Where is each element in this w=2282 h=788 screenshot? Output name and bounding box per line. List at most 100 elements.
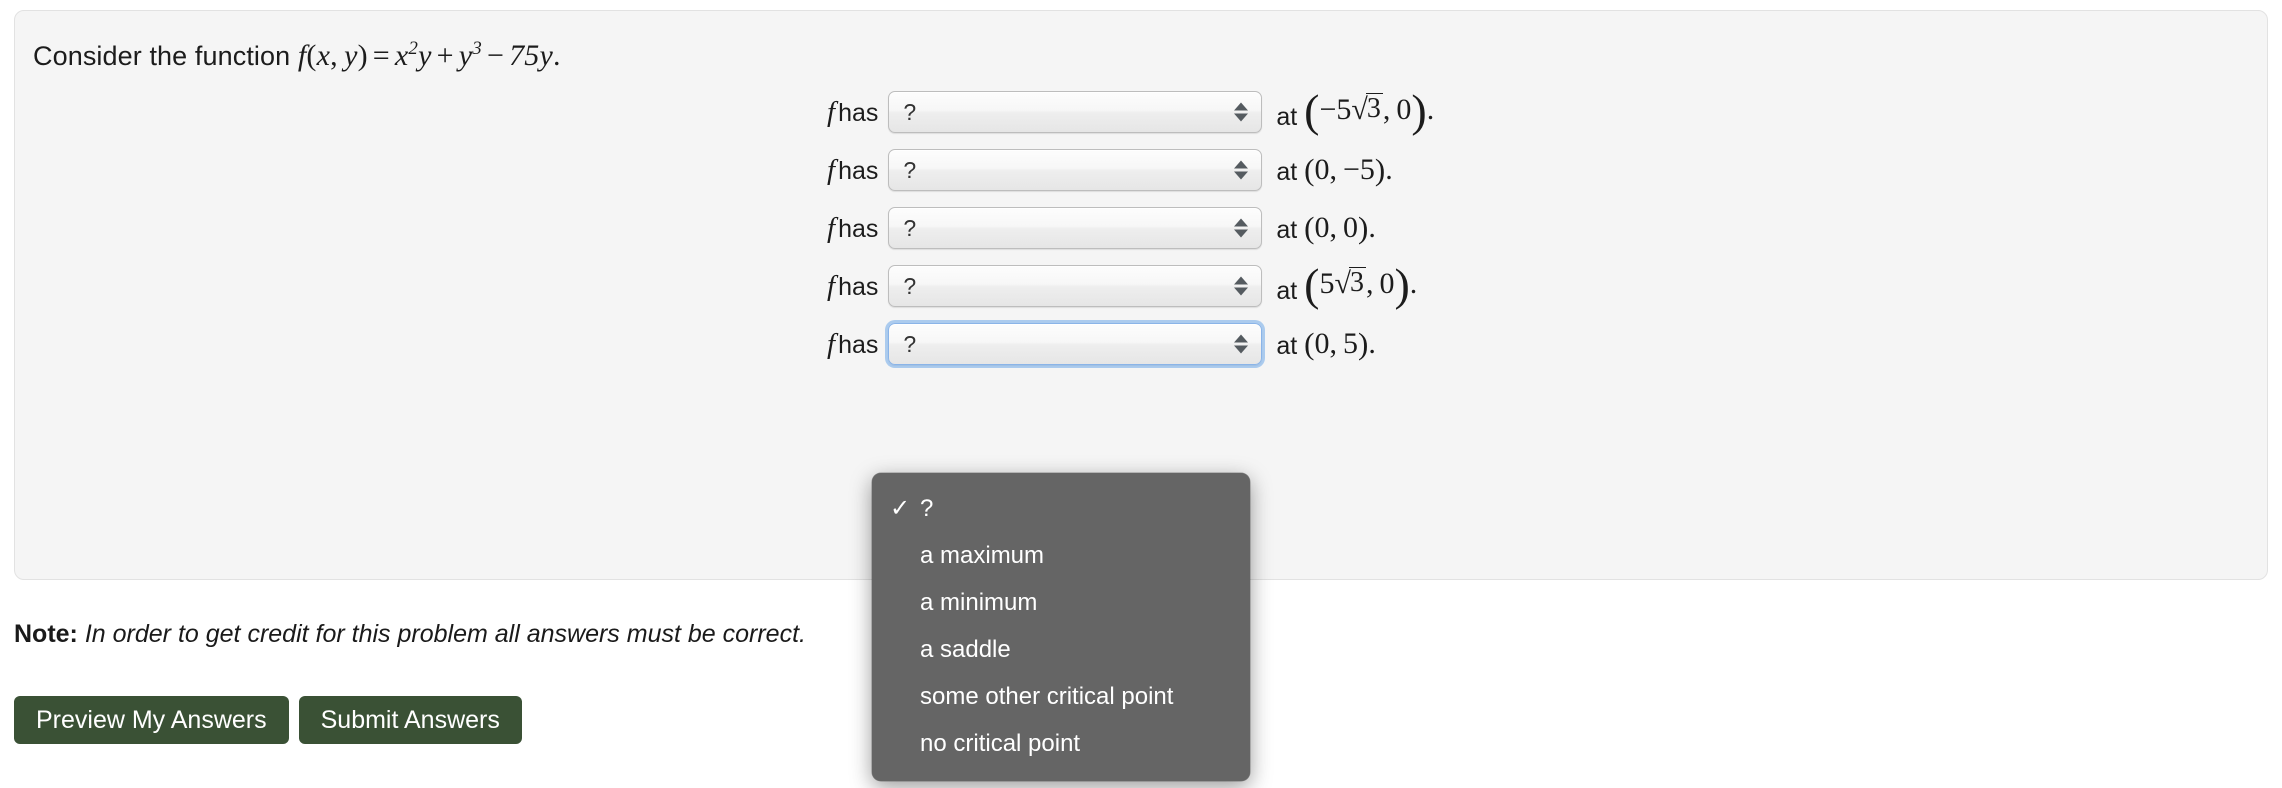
row-has-word: has — [838, 214, 879, 243]
point-period: . — [1368, 327, 1376, 360]
note-text: In order to get credit for this problem … — [84, 620, 806, 648]
point-x-coefficient: 5 — [1319, 266, 1335, 300]
point-period: . — [1385, 153, 1393, 186]
chevron-up-icon — [1234, 334, 1249, 343]
critical-point-type-select-5[interactable]: ? — [888, 323, 1263, 365]
row-has-word: has — [838, 272, 879, 301]
at-word: at — [1276, 216, 1305, 244]
point-y-coordinate: 0 — [1343, 211, 1358, 244]
critical-point-type-select-3[interactable]: ? — [888, 207, 1263, 249]
submit-answers-button[interactable]: Submit Answers — [298, 696, 522, 744]
at-word: at — [1276, 332, 1305, 360]
point-coordinates: (0, −5). — [1304, 152, 1393, 188]
at-word: at — [1276, 276, 1305, 305]
point-x-radicand: 3 — [1348, 266, 1366, 298]
point-x-coordinate: 0 — [1314, 211, 1330, 244]
dropdown-option[interactable]: no critical point — [872, 720, 1250, 767]
dropdown-option-label: some other critical point — [920, 682, 1174, 710]
fn-equals: = — [372, 39, 390, 72]
problem-statement: Consider the function f(x, y) = x2y + y3−75y… — [33, 39, 561, 73]
answer-row-point: at (0, 5). — [1276, 326, 1375, 362]
point-coordinates: (5 √ 3, 0). — [1304, 258, 1418, 310]
row-f-symbol: f — [827, 153, 836, 186]
row-f-symbol: f — [827, 269, 836, 302]
chevron-up-icon — [1234, 160, 1249, 169]
select-stepper-arrows-icon — [1234, 334, 1249, 354]
select-selected-value: ? — [903, 214, 917, 241]
select-selected-value: ? — [903, 272, 917, 299]
dropdown-option-label: a minimum — [920, 588, 1038, 616]
chevron-up-icon — [1234, 102, 1249, 111]
button-bar: Preview My Answers Submit Answers — [14, 696, 522, 744]
row-f-symbol: f — [827, 95, 836, 128]
point-comma: , — [1329, 153, 1338, 186]
point-x-coordinate: 0 — [1314, 327, 1330, 360]
chevron-down-icon — [1234, 287, 1249, 296]
fn-term1-var: y — [418, 39, 432, 72]
answer-row-point: at (−5 √ 3, 0). — [1276, 84, 1435, 136]
point-period: . — [1426, 92, 1435, 126]
fn-y: y — [344, 39, 358, 72]
answer-row: f has? at (0, 5). — [15, 315, 2267, 373]
answer-row-point: at (0, 0). — [1276, 210, 1375, 246]
answer-row-point: at (0, −5). — [1276, 152, 1392, 188]
fn-x: x — [316, 39, 331, 72]
point-comma: , — [1382, 92, 1391, 126]
point-x-coefficient: −5 — [1319, 92, 1352, 126]
fn-comma: , — [330, 39, 338, 72]
preview-my-answers-button[interactable]: Preview My Answers — [14, 696, 289, 744]
dropdown-option[interactable]: some other critical point — [872, 673, 1250, 720]
fn-minus: − — [486, 39, 505, 72]
dropdown-option[interactable]: a saddle — [872, 626, 1250, 673]
chevron-down-icon — [1234, 113, 1249, 122]
point-close-paren: ) — [1374, 152, 1386, 187]
note-line: Note: In order to get credit for this pr… — [14, 620, 806, 649]
select-stepper-arrows-icon — [1234, 218, 1249, 238]
point-period: . — [1409, 266, 1418, 300]
answer-row-label: f has — [827, 212, 878, 245]
row-f-symbol: f — [827, 211, 836, 244]
critical-point-type-select-4[interactable]: ? — [888, 265, 1263, 307]
prompt-prefix: Consider the function — [33, 41, 291, 71]
chevron-up-icon — [1234, 218, 1249, 227]
fn-period: . — [553, 39, 561, 72]
answer-row-label: f has — [827, 154, 878, 187]
dropdown-option[interactable]: ✓? — [872, 485, 1250, 532]
select-selected-value: ? — [903, 98, 917, 125]
critical-point-type-select-2[interactable]: ? — [888, 149, 1263, 191]
select-dropdown-menu[interactable]: ✓? a maximum a minimum a saddle some other c… — [872, 473, 1250, 781]
point-y-coordinate: 5 — [1343, 327, 1358, 360]
answer-row: f has? at (−5 √ 3, 0). — [15, 83, 2267, 141]
chevron-down-icon — [1234, 345, 1249, 354]
row-has-word: has — [838, 98, 879, 127]
at-word: at — [1276, 102, 1305, 131]
fn-term2-exponent: 3 — [472, 38, 482, 59]
chevron-down-icon — [1234, 229, 1249, 238]
select-stepper-arrows-icon — [1234, 102, 1249, 122]
point-coordinates: (0, 0). — [1304, 210, 1376, 246]
at-word: at — [1276, 158, 1305, 186]
dropdown-option-label: ? — [920, 494, 934, 522]
answer-row: f has? at (0, −5). — [15, 141, 2267, 199]
dropdown-option[interactable]: a minimum — [872, 579, 1250, 626]
point-open-paren: ( — [1304, 152, 1315, 187]
fn-term3: 75y — [509, 39, 554, 72]
row-has-word: has — [838, 330, 879, 359]
dropdown-option[interactable]: a maximum — [872, 532, 1250, 579]
point-coordinates: (−5 √ 3, 0). — [1304, 84, 1435, 136]
check-icon: ✓ — [890, 495, 911, 522]
select-selected-value: ? — [903, 330, 917, 357]
select-stepper-arrows-icon — [1234, 160, 1249, 180]
chevron-down-icon — [1234, 171, 1249, 180]
point-comma: , — [1365, 266, 1374, 300]
fn-open-paren: ( — [306, 39, 317, 72]
point-y-coordinate: 0 — [1379, 266, 1395, 300]
answer-row: f has? at (0, 0). — [15, 199, 2267, 257]
critical-point-type-select-1[interactable]: ? — [888, 91, 1263, 133]
answer-row-label: f has — [827, 96, 878, 129]
point-open-paren: ( — [1304, 210, 1315, 245]
point-open-paren: ( — [1304, 326, 1315, 361]
square-root-icon: √ 3 — [1351, 92, 1383, 126]
fn-plus: + — [436, 39, 454, 72]
point-close-paren: ) — [1358, 326, 1369, 361]
